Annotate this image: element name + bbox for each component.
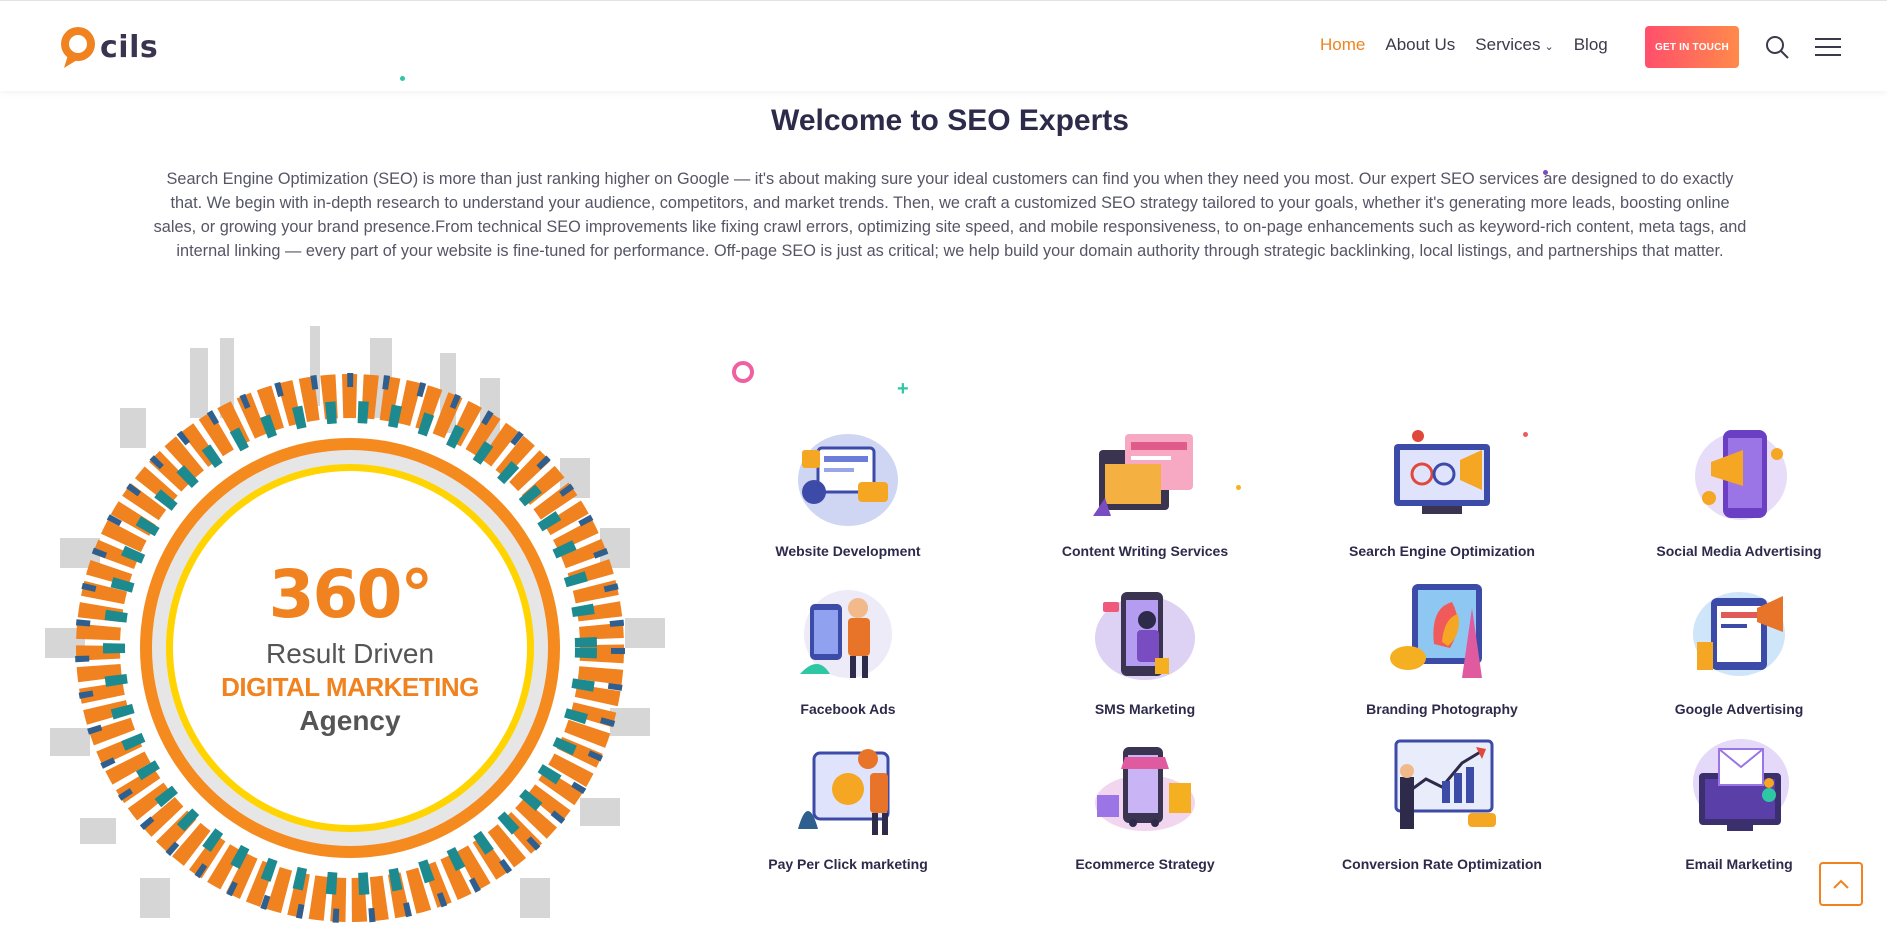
service-ppc[interactable]: Pay Per Click marketing (733, 733, 963, 872)
email-marketing-illustration (1693, 739, 1789, 831)
seo-illustration (1394, 430, 1490, 514)
hero-line3: Agency (299, 704, 401, 736)
service-website-development[interactable]: Website Development (733, 420, 963, 559)
service-label: SMS Marketing (1094, 701, 1196, 717)
chevron-down-icon: ⌄ (1544, 41, 1554, 53)
ecommerce-illustration (1095, 747, 1195, 831)
hamburger-menu-icon[interactable] (1815, 37, 1841, 57)
branding-photography-illustration (1390, 584, 1482, 678)
intro-paragraph: Search Engine Optimization (SEO) is more… (153, 170, 1747, 260)
nav-blog[interactable]: Blog (1574, 35, 1608, 55)
website-development-illustration (798, 434, 898, 526)
logo-mark-icon (61, 27, 95, 68)
decor-plus: + (897, 378, 909, 400)
service-branding-photography[interactable]: Branding Photography (1327, 578, 1557, 717)
content-writing-illustration (1093, 434, 1193, 516)
search-icon[interactable] (1765, 35, 1789, 59)
service-sms-marketing[interactable]: SMS Marketing (1030, 578, 1260, 717)
service-label: Website Development (775, 543, 921, 559)
service-content-writing[interactable]: Content Writing Services (1030, 420, 1260, 559)
service-label: Branding Photography (1366, 701, 1518, 717)
nav-services-label: Services (1475, 35, 1541, 54)
service-label: Social Media Advertising (1656, 543, 1822, 559)
hero-line2: DIGITAL MARKETING (221, 671, 479, 702)
service-label: Pay Per Click marketing (768, 856, 928, 872)
service-label: Content Writing Services (1061, 543, 1229, 559)
decor-ring (732, 361, 754, 383)
logo-text: cils (100, 29, 159, 65)
site-header: cils Home About Us Services ⌄ Blog GET IN… (0, 0, 1887, 91)
page-title: Welcome to SEO Experts (771, 104, 1129, 137)
service-social-media[interactable]: Social Media Advertising (1624, 420, 1854, 559)
nav-home[interactable]: Home (1320, 35, 1365, 55)
social-media-illustration (1695, 430, 1787, 520)
hero-line1: Result Driven (265, 637, 435, 669)
service-label: Conversion Rate Optimization (1342, 856, 1542, 872)
service-facebook-ads[interactable]: Facebook Ads (733, 578, 963, 717)
nav-services[interactable]: Services ⌄ (1475, 35, 1553, 55)
service-label: Search Engine Optimization (1349, 543, 1535, 559)
hero-illustration: 360° Result Driven DIGITAL MARKETING Age… (40, 318, 670, 945)
scroll-to-top-button[interactable] (1819, 862, 1863, 906)
site-logo[interactable]: cils (58, 25, 158, 69)
nav-about-us[interactable]: About Us (1385, 35, 1455, 55)
hero-text-block: 360° Result Driven DIGITAL MARKETING Age… (40, 318, 660, 945)
service-seo[interactable]: Search Engine Optimization (1327, 420, 1557, 559)
service-label: Facebook Ads (800, 701, 896, 717)
service-cro[interactable]: Conversion Rate Optimization (1327, 733, 1557, 872)
decor-dot (400, 76, 405, 81)
facebook-ads-illustration (800, 590, 892, 678)
get-in-touch-button[interactable]: GET IN TOUCH (1645, 26, 1739, 68)
ppc-illustration (798, 749, 890, 835)
service-google-advertising[interactable]: Google Advertising (1624, 578, 1854, 717)
service-label: Google Advertising (1674, 701, 1804, 717)
sms-marketing-illustration (1095, 592, 1195, 680)
hero-360: 360° (268, 555, 434, 633)
service-ecommerce[interactable]: Ecommerce Strategy (1030, 733, 1260, 872)
google-advertising-illustration (1693, 592, 1785, 676)
service-email-marketing[interactable]: Email Marketing (1624, 733, 1854, 872)
service-label: Ecommerce Strategy (1075, 856, 1215, 872)
chevron-up-icon (1833, 879, 1849, 889)
main-nav: Home About Us Services ⌄ Blog (1320, 35, 1628, 55)
cro-illustration (1394, 739, 1496, 829)
